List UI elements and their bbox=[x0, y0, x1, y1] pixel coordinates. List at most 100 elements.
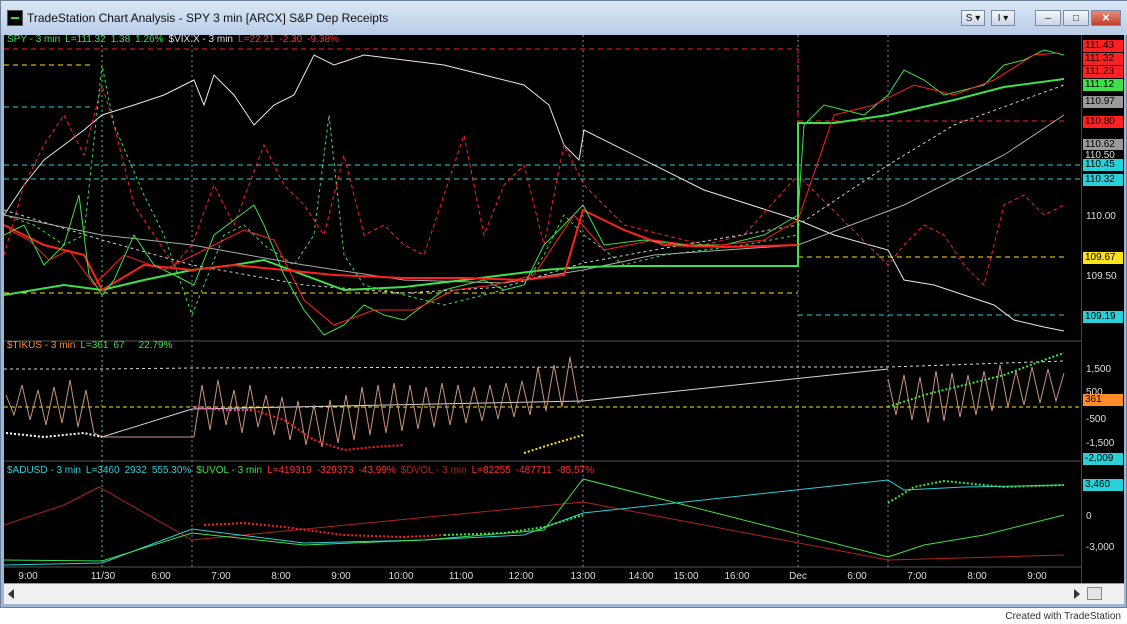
pane2-header-item: L=361 bbox=[80, 340, 109, 351]
adusd-trend-green-right bbox=[887, 479, 1065, 504]
x-axis-label: 9:00 bbox=[331, 571, 351, 582]
pane3-header-item: $DVOL - 3 min bbox=[400, 465, 467, 476]
pane3-header-item: 2932 bbox=[124, 465, 147, 476]
uvol-line bbox=[4, 478, 1065, 562]
x-axis-label: 11:00 bbox=[448, 571, 474, 582]
x-axis-label: 13:00 bbox=[570, 571, 596, 582]
chart-window: TradeStation Chart Analysis - SPY 3 min … bbox=[0, 0, 1127, 608]
adusd-tick: 0 bbox=[1086, 511, 1092, 522]
tick-connector bbox=[101, 368, 889, 438]
x-axis-label: 15:00 bbox=[673, 571, 699, 582]
pane3-header: $ADUSD - 3 min L=3460 2932 555.30% $UVOL - 3… bbox=[7, 465, 599, 476]
chart-plot[interactable] bbox=[4, 35, 1081, 583]
minimize-icon: – bbox=[1045, 13, 1051, 24]
maximize-icon: □ bbox=[1072, 13, 1080, 24]
tikus-tick: -500 bbox=[1086, 414, 1107, 425]
price-box: 110.97 bbox=[1083, 96, 1123, 108]
red-dashed-indicator bbox=[4, 83, 1065, 286]
chart-area[interactable]: SPY - 3 min L=111.32 1.38 1.26% $VIX.X - 3 m… bbox=[4, 34, 1124, 583]
price-box: 111.23 bbox=[1083, 66, 1123, 78]
tikus-oscillation-right bbox=[887, 364, 1065, 424]
pane1-header-item: $VIX.X - 3 min bbox=[168, 34, 233, 45]
title-bar: TradeStation Chart Analysis - SPY 3 min … bbox=[1, 1, 1127, 35]
tikus-last-box: 361 bbox=[1083, 394, 1123, 406]
pane3-header-item: L=82255 bbox=[471, 465, 511, 476]
vix-line bbox=[4, 54, 1065, 332]
red-ma-thick bbox=[4, 208, 799, 292]
pane3-header-item: $UVOL - 3 min bbox=[196, 465, 263, 476]
dvol-line bbox=[4, 486, 1065, 561]
adusd-last-box: 3,460 bbox=[1083, 479, 1123, 491]
pane1-header-item: -9.38% bbox=[307, 34, 339, 45]
x-axis-label: 9:00 bbox=[1027, 571, 1047, 582]
window-link-button[interactable]: I ▾ bbox=[991, 10, 1015, 26]
footer-credit: Created with TradeStation bbox=[1005, 611, 1121, 622]
adusd-tick: -3,000 bbox=[1086, 542, 1115, 553]
ma-slow bbox=[4, 114, 1065, 284]
scroll-left-icon[interactable] bbox=[8, 589, 14, 599]
minimize-button[interactable]: – bbox=[1035, 10, 1061, 26]
pane2-header-item: $TIKUS - 3 min bbox=[7, 340, 76, 351]
x-axis-label: 11/30 bbox=[90, 571, 116, 582]
price-scale[interactable]: 111.43 111.32 111.23 111.12 110.97 110.8… bbox=[1081, 35, 1124, 583]
x-axis-label: Dec bbox=[789, 571, 807, 582]
pane1-header-item: SPY - 3 min bbox=[7, 34, 61, 45]
pane1-header-item: L=22.21 bbox=[237, 34, 275, 45]
pane1-header-item: L=111.32 bbox=[65, 34, 106, 45]
price-box: 109.19 bbox=[1083, 311, 1123, 323]
pane3-header-item: -43.99% bbox=[358, 465, 396, 476]
pane1-header-item: -2.30 bbox=[279, 34, 303, 45]
price-box: 110.45 bbox=[1083, 159, 1123, 171]
tikus-tick: -1,500 bbox=[1086, 438, 1115, 449]
scroll-right-icon[interactable] bbox=[1074, 589, 1080, 599]
x-axis-label: 8:00 bbox=[967, 571, 987, 582]
ma-mid bbox=[4, 84, 1065, 294]
tikus-trend-white bbox=[5, 431, 103, 439]
x-axis-label: 10:00 bbox=[388, 571, 414, 582]
pane1-header-item: 1.38 bbox=[110, 34, 131, 45]
price-box: 109.67 bbox=[1083, 252, 1123, 264]
pane3-header-item: 555.30% bbox=[151, 465, 192, 476]
tradestation-app-icon bbox=[7, 10, 23, 26]
pane3-header-item: -85.57% bbox=[556, 465, 594, 476]
maximize-button[interactable]: □ bbox=[1063, 10, 1089, 26]
x-axis-label: 16:00 bbox=[724, 571, 750, 582]
pane1-header: SPY - 3 min L=111.32 1.38 1.26% $VIX.X - 3 m… bbox=[7, 34, 344, 45]
x-axis-label: 12:00 bbox=[508, 571, 534, 582]
symbol-link-label: S bbox=[965, 13, 973, 24]
tick-band-upper bbox=[4, 360, 1065, 370]
x-axis-label: 7:00 bbox=[211, 571, 231, 582]
adusd-line bbox=[4, 479, 1065, 566]
tikus-trend-green bbox=[887, 352, 1065, 408]
pane3-header-item: -329373 bbox=[316, 465, 354, 476]
price-box: 111.32 bbox=[1083, 53, 1123, 65]
scroll-thumb-button[interactable] bbox=[1087, 587, 1102, 600]
symbol-link-button[interactable]: S ▾ bbox=[961, 10, 985, 26]
pane2-header: $TIKUS - 3 min L=361 67 22.79% bbox=[7, 340, 178, 351]
x-axis-label: 6:00 bbox=[151, 571, 171, 582]
window-link-label: I bbox=[997, 13, 1001, 24]
price-tick: 109.50 bbox=[1086, 271, 1117, 282]
x-axis-label: 8:00 bbox=[271, 571, 291, 582]
close-icon: ✕ bbox=[1101, 13, 1111, 24]
tikus-low-box: -2,009 bbox=[1083, 453, 1123, 465]
price-box: 110.32 bbox=[1083, 174, 1123, 186]
tikus-trend-red bbox=[253, 409, 405, 452]
tikus-tick: 1,500 bbox=[1086, 364, 1112, 375]
window-title: TradeStation Chart Analysis - SPY 3 min … bbox=[27, 11, 389, 25]
tikus-oscillation bbox=[5, 356, 584, 448]
price-tick: 110.00 bbox=[1086, 211, 1116, 222]
pane3-header-item: L=3460 bbox=[85, 465, 120, 476]
tikus-trend-yellow bbox=[523, 434, 584, 454]
price-box: 111.12 bbox=[1083, 79, 1123, 91]
close-button[interactable]: ✕ bbox=[1091, 10, 1121, 26]
pane2-header-item: 22.79% bbox=[138, 340, 173, 351]
x-axis-label: 14:00 bbox=[628, 571, 654, 582]
x-axis-label: 7:00 bbox=[907, 571, 927, 582]
pane2-header-item: 67 bbox=[113, 340, 125, 351]
horizontal-scrollbar[interactable] bbox=[4, 583, 1124, 604]
x-axis-label: 6:00 bbox=[847, 571, 867, 582]
pane1-header-item: 1.26% bbox=[135, 34, 164, 45]
price-box: 110.80 bbox=[1083, 116, 1123, 128]
adusd-trend-green bbox=[443, 514, 584, 536]
